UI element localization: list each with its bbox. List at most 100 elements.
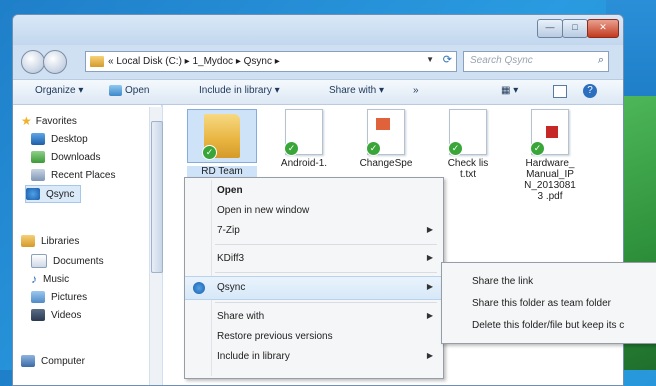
include-in-library-button[interactable]: Include in library ▾ — [199, 85, 280, 96]
menu-item-label: Include in library — [217, 351, 290, 362]
navigation-pane: ★ Favorites Desktop Downloads Recent Plac… — [13, 105, 162, 385]
minimize-button[interactable]: — — [537, 19, 563, 38]
menu-item-label: Open — [217, 185, 243, 196]
open-icon — [109, 85, 122, 96]
file-item[interactable]: ✓ Hardware_ Manual_IP N_20130813 .pdf — [515, 109, 585, 202]
sidebar-item-documents[interactable]: Documents — [31, 253, 104, 269]
menu-separator — [215, 272, 437, 273]
sidebar-item-label: Desktop — [51, 133, 88, 145]
menu-item-share-with[interactable]: Share with ▶ — [185, 306, 443, 328]
sidebar-item-label: Favorites — [35, 115, 77, 127]
sidebar-item-label: Qsync — [46, 188, 75, 200]
sidebar-item-qsync[interactable]: Qsync — [25, 185, 82, 203]
more-button[interactable]: » — [413, 85, 419, 96]
file-item[interactable]: ✓ ChangeSpe — [351, 109, 421, 169]
menu-item-kdiff3[interactable]: KDiff3 ▶ — [185, 248, 443, 270]
menu-item-label: Delete this folder/file but keep its c — [472, 320, 625, 331]
sidebar-item-computer[interactable]: Computer — [21, 353, 85, 369]
file-item[interactable]: ✓ Check list.txt — [433, 109, 503, 180]
sync-check-icon: ✓ — [366, 141, 381, 156]
file-item[interactable]: ✓ Android-1. — [269, 109, 339, 169]
submenu-arrow-icon: ▶ — [426, 282, 433, 291]
sidebar-item-videos[interactable]: Videos — [31, 307, 81, 323]
context-menu: Open Open in new window 7-Zip ▶ KDiff3 ▶ Q… — [184, 177, 444, 379]
qsync-icon — [193, 282, 205, 294]
menu-item-share-link[interactable]: Share the link — [442, 271, 656, 293]
sidebar-item-label: Videos — [51, 309, 82, 321]
menu-item-label: KDiff3 — [217, 253, 245, 264]
close-button[interactable]: ✕ — [587, 19, 619, 38]
menu-item-delete-keep[interactable]: Delete this folder/file but keep its c — [442, 315, 656, 337]
navigation-scrollbar[interactable] — [149, 107, 163, 385]
sidebar-item-label: Pictures — [51, 291, 88, 303]
menu-item-restore-previous-versions[interactable]: Restore previous versions — [185, 326, 443, 348]
search-input[interactable]: Search Qsync ⌕ — [463, 51, 609, 72]
recent-places-icon — [31, 169, 45, 181]
menu-item-qsync[interactable]: Qsync ▶ — [185, 276, 443, 300]
sync-check-icon: ✓ — [284, 141, 299, 156]
command-toolbar: Organize ▾ Open Include in library ▾ Sha… — [13, 79, 623, 105]
back-button[interactable] — [21, 50, 45, 74]
menu-item-open-new-window[interactable]: Open in new window — [185, 200, 443, 222]
menu-item-share-team-folder[interactable]: Share this folder as team folder — [442, 293, 656, 315]
sidebar-item-label: Downloads — [51, 151, 101, 163]
menu-separator — [215, 244, 437, 245]
menu-item-7zip[interactable]: 7-Zip ▶ — [185, 220, 443, 242]
share-with-button[interactable]: Share with ▾ — [329, 85, 384, 96]
forward-button[interactable] — [43, 50, 67, 74]
menu-item-label: Share this folder as team folder — [472, 298, 611, 309]
folder-icon — [90, 56, 104, 67]
maximize-button[interactable]: □ — [562, 19, 588, 38]
document-icon: ✓ — [284, 109, 323, 156]
menu-item-label: Open in new window — [217, 205, 310, 216]
maximize-icon: □ — [572, 22, 578, 32]
close-icon: ✕ — [599, 22, 607, 32]
text-file-icon: ✓ — [448, 109, 487, 156]
menu-item-include-in-library[interactable]: Include in library ▶ — [185, 346, 443, 368]
desktop-icon — [31, 133, 45, 145]
sidebar-item-label: Recent Places — [51, 169, 116, 181]
libraries-icon — [21, 235, 35, 247]
search-icon[interactable]: ⌕ — [598, 54, 604, 67]
submenu-arrow-icon: ▶ — [426, 225, 433, 234]
scrollbar-thumb[interactable] — [151, 121, 163, 273]
computer-icon — [21, 355, 35, 367]
preview-pane-icon[interactable] — [553, 85, 567, 98]
file-label: Check list.txt — [447, 158, 489, 180]
menu-item-label: Share with — [217, 311, 265, 322]
file-label: Hardware_ Manual_IP N_20130813 .pdf — [524, 158, 576, 202]
navigation-row: « Local Disk (C:) ▸ 1_Mydoc ▸ Qsync ▸ ▼ … — [13, 47, 623, 77]
sidebar-item-libraries[interactable]: Libraries — [21, 233, 79, 249]
menu-item-open[interactable]: Open — [185, 180, 443, 202]
submenu-arrow-icon: ▶ — [426, 351, 433, 360]
organize-button[interactable]: Organize ▾ — [35, 85, 83, 96]
open-button[interactable]: Open — [125, 85, 149, 96]
views-button[interactable]: ▦ ▾ — [501, 85, 518, 96]
sidebar-item-recent-places[interactable]: Recent Places — [31, 167, 115, 183]
menu-separator — [215, 302, 437, 303]
address-bar[interactable]: « Local Disk (C:) ▸ 1_Mydoc ▸ Qsync ▸ ▼ … — [85, 51, 457, 72]
minimize-icon: — — [545, 22, 555, 32]
file-label: RD Team — [187, 166, 257, 177]
help-icon[interactable]: ? — [583, 84, 597, 98]
sidebar-item-favorites[interactable]: ★ Favorites — [21, 113, 77, 129]
documents-icon — [31, 254, 47, 268]
videos-icon — [31, 309, 45, 321]
chevron-down-icon[interactable]: ▼ — [426, 55, 434, 64]
sidebar-item-pictures[interactable]: Pictures — [31, 289, 87, 305]
sync-check-icon: ✓ — [202, 145, 217, 160]
sidebar-item-music[interactable]: ♪ Music — [31, 271, 69, 287]
refresh-icon[interactable]: ⟳ — [443, 53, 452, 66]
qsync-icon — [26, 188, 40, 200]
qsync-submenu: Share the link Share this folder as team… — [441, 262, 656, 344]
submenu-arrow-icon: ▶ — [426, 253, 433, 262]
presentation-icon: ✓ — [366, 109, 405, 156]
title-bar[interactable]: — □ ✕ — [13, 15, 623, 45]
file-label: Android-1. — [280, 158, 328, 169]
sidebar-item-downloads[interactable]: Downloads — [31, 149, 100, 165]
breadcrumb[interactable]: « Local Disk (C:) ▸ 1_Mydoc ▸ Qsync ▸ — [108, 56, 280, 67]
sidebar-item-desktop[interactable]: Desktop — [31, 131, 88, 147]
sidebar-item-label: Music — [43, 273, 70, 285]
folder-icon: ✓ — [202, 114, 240, 160]
file-item-folder[interactable]: ✓ RD Team — [187, 109, 257, 177]
